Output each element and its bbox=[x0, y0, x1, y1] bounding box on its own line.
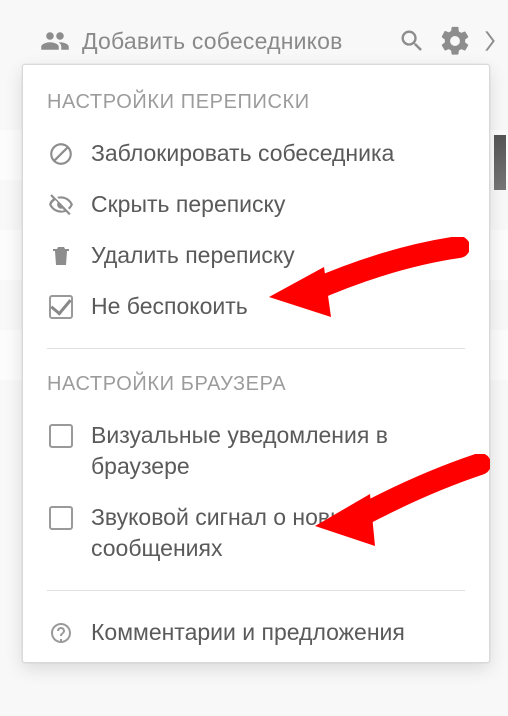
background-avatar-peek bbox=[494, 135, 506, 190]
section-title-chat: НАСТРОЙКИ ПЕРЕПИСКИ bbox=[23, 83, 489, 128]
menu-item-label: Не беспокоить bbox=[91, 291, 248, 322]
question-icon bbox=[47, 619, 75, 647]
menu-item-sound-notifications[interactable]: Звуковой сигнал о новых сообщениях bbox=[23, 492, 489, 574]
people-icon bbox=[40, 26, 70, 56]
eye-off-icon bbox=[47, 191, 75, 219]
trash-icon bbox=[47, 242, 75, 270]
section-title-browser: НАСТРОЙКИ БРАУЗЕРА bbox=[23, 365, 489, 410]
divider bbox=[47, 348, 465, 349]
settings-dropdown: НАСТРОЙКИ ПЕРЕПИСКИ Заблокировать собесе… bbox=[22, 64, 490, 663]
menu-item-label: Звуковой сигнал о новых сообщениях bbox=[91, 502, 465, 564]
menu-item-label: Скрыть переписку bbox=[91, 189, 285, 220]
menu-item-feedback[interactable]: Комментарии и предложения bbox=[23, 607, 489, 658]
gear-icon[interactable] bbox=[438, 24, 472, 58]
divider bbox=[47, 590, 465, 591]
menu-item-dnd[interactable]: Не беспокоить bbox=[23, 281, 489, 332]
menu-item-label: Удалить переписку bbox=[91, 240, 295, 271]
menu-item-hide[interactable]: Скрыть переписку bbox=[23, 179, 489, 230]
checkbox-checked-icon bbox=[47, 293, 75, 321]
menu-item-delete[interactable]: Удалить переписку bbox=[23, 230, 489, 281]
checkbox-icon bbox=[47, 504, 75, 532]
search-icon[interactable] bbox=[398, 27, 426, 55]
block-icon bbox=[47, 140, 75, 168]
chat-topbar: Добавить собеседников bbox=[40, 18, 500, 64]
menu-item-visual-notifications[interactable]: Визуальные уведомления в браузере bbox=[23, 410, 489, 492]
checkbox-icon bbox=[47, 422, 75, 450]
add-participants-button[interactable]: Добавить собеседников bbox=[82, 28, 386, 55]
chevron-right-icon[interactable] bbox=[484, 26, 500, 56]
menu-item-block[interactable]: Заблокировать собеседника bbox=[23, 128, 489, 179]
menu-item-label: Комментарии и предложения bbox=[91, 617, 405, 648]
menu-item-label: Визуальные уведомления в браузере bbox=[91, 420, 465, 482]
menu-item-label: Заблокировать собеседника bbox=[91, 138, 394, 169]
